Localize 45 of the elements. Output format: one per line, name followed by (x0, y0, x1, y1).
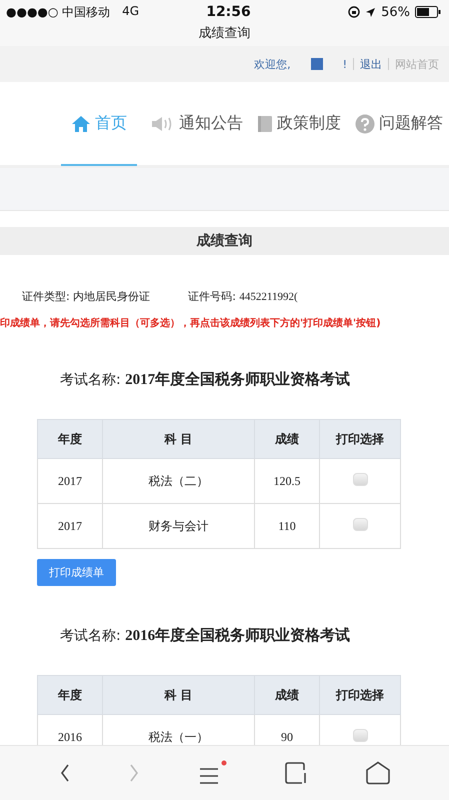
column-header: 成绩 (254, 676, 320, 714)
back-icon[interactable] (58, 763, 70, 783)
column-header: 年度 (38, 420, 102, 458)
welcome-text: ! (342, 58, 347, 70)
battery-icon (414, 6, 441, 18)
help-icon (355, 114, 375, 134)
table-cell: 财务与会计 (102, 504, 254, 548)
table-cell: 110 (254, 504, 320, 548)
id-type-text: 证件类型: 内地居民身份证 (22, 289, 150, 304)
home-icon (71, 114, 91, 132)
table-cell: 税法（二） (102, 458, 254, 504)
table-cell: 2017 (38, 458, 102, 504)
table-cell: 120.5 (254, 458, 320, 504)
column-header: 成绩 (254, 420, 320, 458)
column-header: 科 目 (102, 676, 254, 714)
nav-tab[interactable]: 问题解答 (355, 82, 443, 165)
logout-link[interactable]: 退出 (360, 56, 382, 72)
notice-text: 印成绩单，请先勾选所需科目（可多选），再点击该成绩列表下方的'打印成绩单'按钮) (0, 316, 382, 330)
exam-title: 考试名称: 2016年度全国税务师职业资格考试 (60, 626, 352, 645)
print-button[interactable]: 打印成绩单 (37, 559, 116, 586)
checkbox[interactable] (352, 473, 368, 486)
tabs-icon[interactable] (284, 761, 308, 785)
battery-percent: 56% (381, 4, 410, 20)
nav-tab[interactable]: 通知公告 (151, 82, 243, 165)
page-title: 成绩查询 (198, 25, 252, 42)
clock: 12:56 (206, 4, 251, 20)
welcome-text: 欢迎您, (254, 56, 291, 72)
location-arrow-icon (365, 6, 376, 18)
network-type: 4G (122, 4, 140, 20)
checkbox[interactable] (352, 518, 368, 531)
table-cell: 2017 (38, 504, 102, 548)
exam-title: 考试名称: 2017年度全国税务师职业资格考试 (60, 370, 352, 389)
book-icon (257, 114, 273, 132)
column-header: 科 目 (102, 420, 254, 458)
home-icon[interactable] (364, 761, 390, 785)
nav-tab[interactable]: 政策制度 (257, 82, 341, 165)
column-header: 年度 (38, 676, 102, 714)
rotation-lock-icon (348, 6, 360, 18)
section-header: 成绩查询 (0, 227, 449, 255)
carrier-name: ●●●●○ 中国移动 (6, 4, 110, 20)
id-number-text: 证件号码: 4452211992( (188, 289, 298, 304)
checkbox[interactable] (352, 729, 368, 742)
column-header: 打印选择 (320, 420, 400, 458)
redaction-block (310, 58, 323, 70)
column-header: 打印选择 (320, 676, 400, 714)
